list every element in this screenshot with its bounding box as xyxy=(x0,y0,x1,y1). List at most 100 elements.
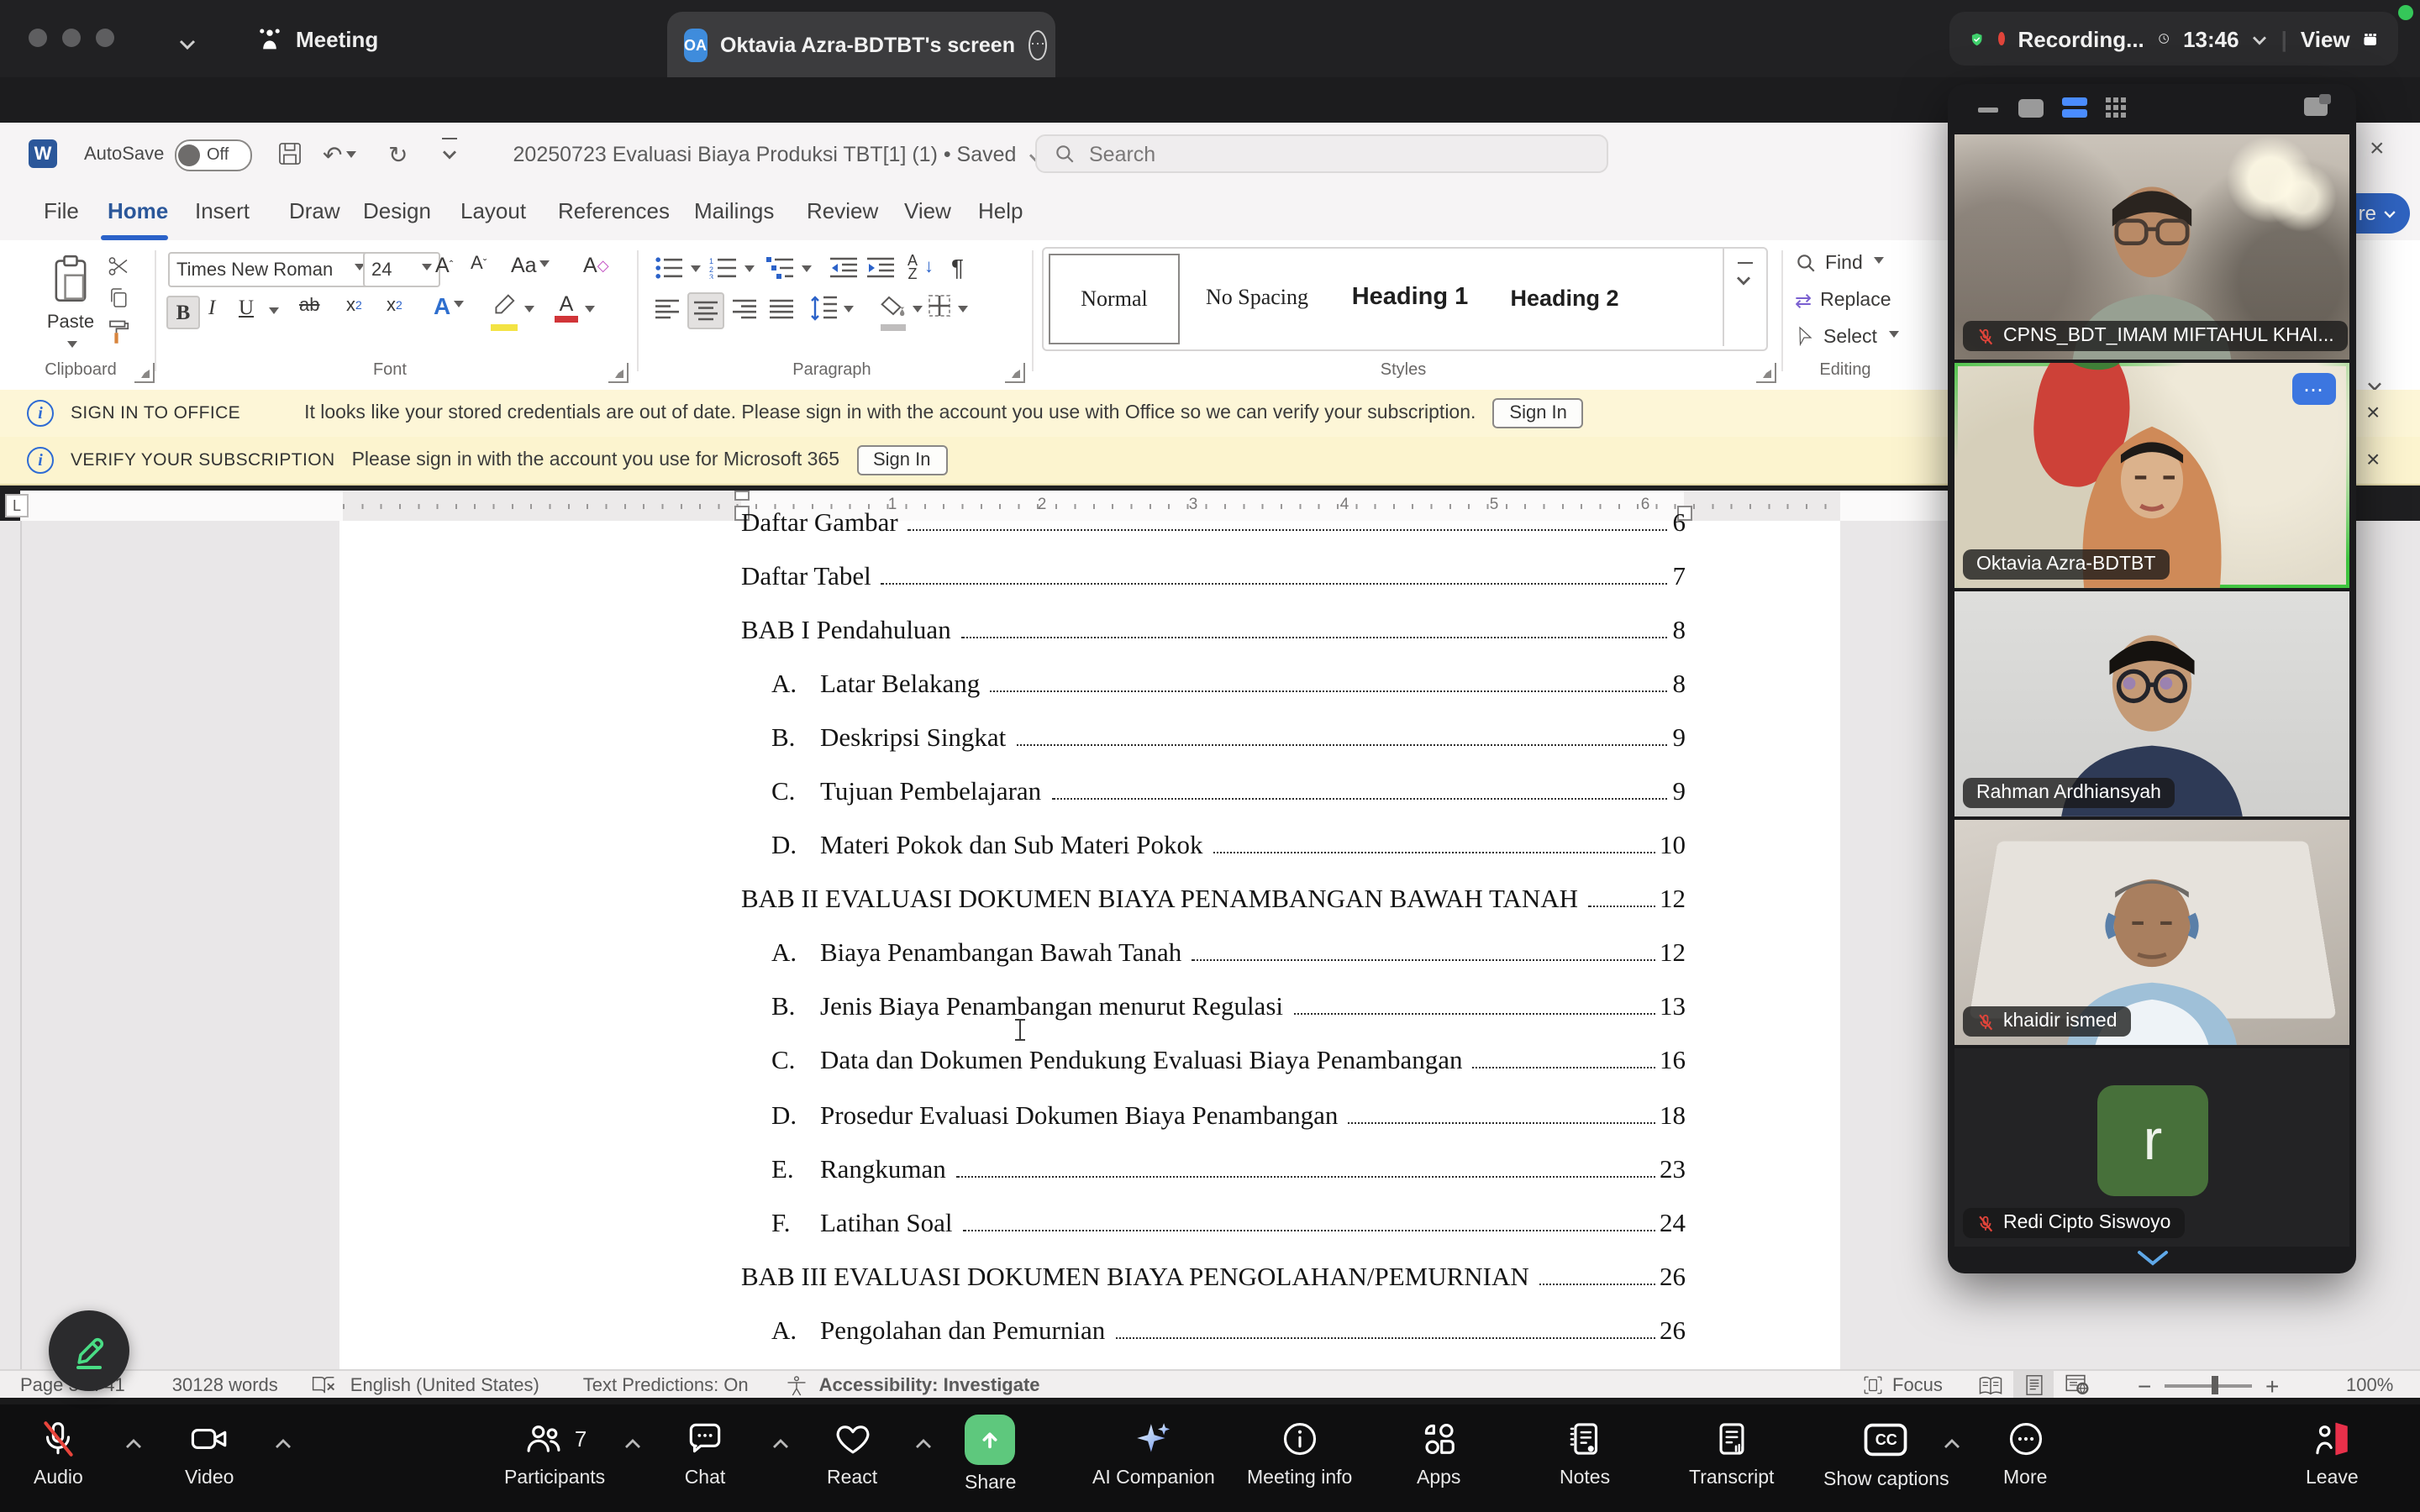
redo-icon[interactable]: ↻ xyxy=(388,141,408,170)
video-button[interactable]: Video xyxy=(185,1418,234,1488)
search-input[interactable]: Search xyxy=(1035,134,1608,173)
tab-meeting[interactable]: Meeting xyxy=(255,18,378,59)
increase-indent-icon[interactable] xyxy=(867,257,894,279)
minimize-panel-icon[interactable] xyxy=(1978,108,1998,112)
toc-row[interactable]: A. Biaya Penambangan Bawah Tanah 12 xyxy=(741,940,1686,994)
tab-options-icon[interactable]: ⋯ xyxy=(1028,29,1047,60)
focus-button[interactable]: Focus xyxy=(1862,1374,1943,1396)
accessibility-status[interactable]: Accessibility: Investigate xyxy=(819,1375,1040,1395)
save-icon[interactable] xyxy=(276,139,304,168)
align-center-button[interactable] xyxy=(687,292,724,329)
grow-font-button[interactable]: Aˆ xyxy=(435,254,453,277)
video-tile-rahman[interactable]: Rahman Ardhiansyah xyxy=(1954,591,2349,816)
video-tile-cpns[interactable]: CPNS_BDT_IMAM MIFTAHUL KHAI... xyxy=(1954,134,2349,360)
proofing-icon[interactable] xyxy=(312,1374,337,1396)
strikethrough-button[interactable]: ab xyxy=(299,296,320,316)
align-left-icon[interactable] xyxy=(655,299,679,319)
sign-in-button[interactable]: Sign In xyxy=(856,445,948,475)
share-button[interactable]: Share xyxy=(965,1415,1016,1494)
video-tile-oktavia[interactable]: ⋯ Oktavia Azra-BDTBT xyxy=(1954,363,2349,588)
ribbon-tab-view[interactable]: View xyxy=(897,198,958,223)
toc-row[interactable]: BAB I Pendahuluan 8 xyxy=(741,617,1686,670)
clipboard-dialog-launcher[interactable] xyxy=(134,363,155,383)
ribbon-tab-file[interactable]: File xyxy=(37,198,86,223)
video-tile-redi[interactable]: r Redi Cipto Siswoyo xyxy=(1954,1048,2349,1247)
justify-icon[interactable] xyxy=(770,299,793,319)
text-predictions[interactable]: Text Predictions: On xyxy=(583,1375,749,1395)
toc-row[interactable]: Daftar Gambar 6 xyxy=(741,509,1686,563)
apps-button[interactable]: Apps xyxy=(1417,1418,1460,1488)
recording-label[interactable]: Recording... xyxy=(2018,26,2144,51)
autosave-toggle[interactable]: Off xyxy=(175,139,252,171)
ribbon-tab-draw[interactable]: Draw xyxy=(282,198,347,223)
window-close-button[interactable] xyxy=(29,29,47,47)
cut-icon[interactable] xyxy=(106,254,131,279)
zoom-slider[interactable] xyxy=(2165,1384,2252,1388)
react-chevron-icon[interactable] xyxy=(914,1438,933,1450)
show-captions-button[interactable]: CC Show captions xyxy=(1823,1418,1949,1490)
word-app-icon[interactable]: W xyxy=(29,139,57,168)
toc-row[interactable]: BAB II EVALUASI DOKUMEN BIAYA PENAMBANGA… xyxy=(741,886,1686,940)
captions-chevron-icon[interactable] xyxy=(1943,1438,1961,1450)
text-effects-button[interactable]: A xyxy=(434,292,464,319)
numbered-chevron-icon[interactable] xyxy=(744,265,755,277)
toc-row[interactable]: BAB III EVALUASI DOKUMEN BIAYA PENGOLAHA… xyxy=(741,1263,1686,1316)
spacing-chevron-icon[interactable] xyxy=(844,306,854,318)
window-minimize-button[interactable] xyxy=(62,29,81,47)
ribbon-tab-design[interactable]: Design xyxy=(356,198,438,223)
clear-formatting-button[interactable]: A◇ xyxy=(583,254,609,277)
multilevel-chevron-icon[interactable] xyxy=(802,265,812,277)
format-painter-icon[interactable] xyxy=(106,318,131,346)
toc-row[interactable]: D. Prosedur Evaluasi Dokumen Biaya Penam… xyxy=(741,1101,1686,1155)
sign-in-button[interactable]: Sign In xyxy=(1492,398,1584,428)
style-heading-2[interactable]: Heading 2 xyxy=(1492,254,1637,341)
notes-button[interactable]: Notes xyxy=(1560,1418,1610,1488)
undo-icon[interactable]: ↶ xyxy=(323,141,355,170)
ribbon-tab-home[interactable]: Home xyxy=(101,198,175,223)
replace-button[interactable]: ⇄Replace xyxy=(1795,289,1891,312)
bullet-chevron-icon[interactable] xyxy=(691,265,701,277)
more-button[interactable]: More xyxy=(2003,1418,2047,1488)
meeting-info-button[interactable]: Meeting info xyxy=(1247,1418,1352,1488)
select-button[interactable]: Select xyxy=(1795,326,1899,348)
subscript-button[interactable]: x2 xyxy=(346,296,362,316)
quick-access-more-icon[interactable] xyxy=(442,138,457,165)
toc-row[interactable]: F. Latihan Soal 24 xyxy=(741,1209,1686,1263)
first-line-indent-marker[interactable] xyxy=(734,491,750,501)
find-button[interactable]: Find xyxy=(1795,252,1885,274)
toc-row[interactable]: C. Tujuan Pembelajaran 9 xyxy=(741,778,1686,832)
toc-row[interactable]: D. Materi Pokok dan Sub Materi Pokok 10 xyxy=(741,832,1686,886)
bold-button[interactable]: B xyxy=(166,296,200,329)
popout-panel-icon[interactable] xyxy=(2304,97,2328,116)
banner-close-icon[interactable]: × xyxy=(2366,445,2380,472)
line-spacing-icon[interactable] xyxy=(810,296,837,321)
zoom-level[interactable]: 100% xyxy=(2346,1375,2393,1395)
ribbon-tab-layout[interactable]: Layout xyxy=(454,198,533,223)
toc-row[interactable]: C. Data dan Dokumen Pendukung Evaluasi B… xyxy=(741,1047,1686,1101)
paste-button[interactable]: Paste xyxy=(34,254,108,363)
highlight-button[interactable] xyxy=(491,292,518,331)
toc-row[interactable]: A. Latar Belakang 8 xyxy=(741,670,1686,724)
strip-view-icon[interactable] xyxy=(2062,97,2087,118)
tab-shared-screen[interactable]: OA Oktavia Azra-BDTBT's screen ⋯ xyxy=(667,12,1055,77)
styles-scroll[interactable] xyxy=(1723,249,1765,346)
participants-button[interactable]: 7 Participants xyxy=(504,1418,605,1488)
annotate-button[interactable] xyxy=(49,1310,129,1391)
style-normal[interactable]: Normal xyxy=(1049,254,1180,344)
window-zoom-button[interactable] xyxy=(96,29,114,47)
copy-icon[interactable] xyxy=(106,286,131,311)
toc-row[interactable]: B. Deskripsi Singkat 9 xyxy=(741,724,1686,778)
numbered-list-icon[interactable]: 123 xyxy=(709,257,738,279)
banner-close-icon[interactable]: × xyxy=(2366,398,2380,425)
tile-options-button[interactable]: ⋯ xyxy=(2292,373,2336,405)
view-button[interactable]: View xyxy=(2301,26,2350,51)
web-layout-button[interactable] xyxy=(2057,1371,2097,1399)
multilevel-list-icon[interactable] xyxy=(766,257,795,279)
shrink-font-button[interactable]: Aˇ xyxy=(471,254,487,274)
security-shield-icon[interactable] xyxy=(1970,24,1984,53)
tab-selector[interactable]: L xyxy=(5,494,29,517)
participants-chevron-icon[interactable] xyxy=(623,1438,642,1450)
font-name-select[interactable]: Times New Roman xyxy=(168,252,373,287)
collapse-panel-chevron-icon[interactable] xyxy=(2136,1250,2170,1267)
transcript-button[interactable]: Transcript xyxy=(1689,1418,1774,1488)
